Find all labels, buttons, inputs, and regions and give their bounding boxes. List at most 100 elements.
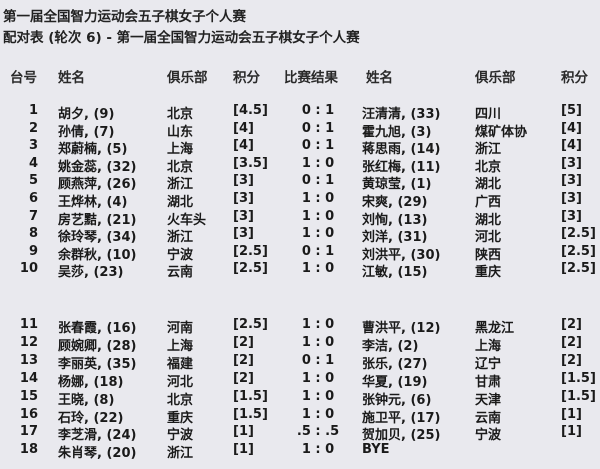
player-2-club: 重庆: [475, 265, 502, 281]
player-2-club: 陕西: [475, 247, 502, 263]
player-1-club: 浙江: [167, 177, 194, 193]
player-2-club: 湖北: [475, 177, 502, 193]
player-2-name: 宋爽, (29): [362, 195, 428, 210]
match-result: 1 : 0: [301, 370, 335, 386]
player-1-score: [2]: [233, 334, 254, 350]
table-row: 8 徐玲琴, (34) 浙江 [3] 1 : 0 刘洋, (31) 河北 [2.5]: [0, 226, 600, 246]
player-1-score: [2]: [233, 370, 254, 386]
player-2-score: [2.5]: [561, 226, 596, 242]
player-1-club: 火车头: [167, 212, 207, 228]
match-result: 0 : 1: [301, 120, 335, 136]
match-result: 0 : 1: [301, 352, 335, 368]
player-1-name: 姚金蕊, (32): [58, 159, 137, 175]
player-1-score: [2.5]: [233, 261, 268, 277]
match-result: 1 : 0: [301, 208, 335, 224]
player-2-score: [2]: [561, 317, 582, 332]
player-2-name: 华夏, (19): [362, 374, 428, 390]
match-result: 1 : 0: [301, 191, 335, 206]
player-1-name: 李丽英, (35): [58, 356, 137, 372]
player-2-name: 曹洪平, (12): [362, 321, 441, 336]
header-name-1: 姓名: [58, 70, 85, 86]
player-1-club: 山东: [167, 124, 194, 140]
player-1-score: [3]: [233, 208, 254, 224]
player-1-score: [2]: [233, 352, 254, 368]
player-1-name: 郑蔚楠, (5): [58, 142, 128, 158]
header-score-1: 积分: [233, 70, 260, 86]
player-1-club: 宁波: [167, 247, 194, 263]
player-1-name: 王烨林, (4): [58, 195, 128, 210]
player-2-score: [2.5]: [561, 261, 596, 277]
table-row: 3 郑蔚楠, (5) 上海 [4] 0 : 1 蒋思雨, (14) 浙江 [4]: [0, 138, 600, 158]
player-2-name: BYE: [362, 442, 390, 458]
player-2-score: [4]: [561, 138, 582, 154]
player-1-score: [4]: [233, 120, 254, 136]
table-row: 12 顾婉卿, (28) 上海 [2] 1 : 0 李洁, (2) 上海 [2]: [0, 334, 600, 354]
player-1-score: [3]: [233, 226, 254, 242]
player-2-club: 浙江: [475, 142, 502, 158]
player-1-name: 张春霞, (16): [58, 321, 137, 336]
player-2-name: 霍九旭, (3): [362, 124, 432, 140]
player-2-club: 云南: [475, 410, 502, 426]
board-number: 3: [28, 138, 38, 154]
player-2-score: [1.5]: [561, 370, 596, 386]
player-1-name: 徐玲琴, (34): [58, 230, 137, 246]
player-1-club: 北京: [167, 159, 194, 175]
title-line-2: 配对表 (轮次 6) - 第一届全国智力运动会五子棋女子个人赛: [3, 30, 360, 46]
player-1-score: [1.5]: [233, 406, 268, 422]
player-1-name: 王晓, (8): [58, 392, 115, 408]
player-2-club: 甘肃: [475, 374, 502, 390]
player-2-score: [3]: [561, 173, 582, 189]
player-1-club: 浙江: [167, 446, 194, 462]
player-1-club: 湖北: [167, 195, 194, 210]
player-1-name: 吴莎, (23): [58, 265, 124, 281]
table-row: 11 张春霞, (16) 河南 [2.5] 1 : 0 曹洪平, (12) 黑龙江 [2]: [0, 317, 600, 336]
player-2-name: 蒋思雨, (14): [362, 142, 441, 158]
table-row: 1 胡夕, (9) 北京 [4.5] 0 : 1 汪清清, (33) 四川 [5]: [0, 103, 600, 122]
player-1-score: [3]: [233, 173, 254, 189]
table-row: 7 房艺黠, (21) 火车头 [3] 1 : 0 刘恂, (13) 湖北 [3]: [0, 208, 600, 228]
match-result: 1 : 0: [301, 155, 335, 171]
player-2-club: 天津: [475, 392, 502, 408]
player-1-club: 北京: [167, 392, 194, 408]
player-2-club: 广西: [475, 195, 502, 210]
table-row: 9 余群秋, (10) 宁波 [2.5] 0 : 1 刘洪平, (30) 陕西 [2.5]: [0, 243, 600, 263]
board-number: 8: [28, 226, 38, 242]
player-2-name: 张红梅, (11): [362, 159, 441, 175]
header-club-1: 俱乐部: [167, 70, 208, 86]
player-2-score: [3]: [561, 208, 582, 224]
match-result: 1 : 0: [301, 442, 335, 458]
player-2-score: [1.5]: [561, 388, 596, 404]
player-1-score: [2.5]: [233, 317, 268, 332]
player-1-club: 河南: [167, 321, 194, 336]
header-board: 台号: [10, 70, 37, 86]
player-2-club: 北京: [475, 159, 502, 175]
player-1-name: 顾婉卿, (28): [58, 338, 137, 354]
player-2-club: 上海: [475, 338, 502, 354]
table-row: 5 顾燕萍, (26) 浙江 [3] 0 : 1 黄琼莹, (1) 湖北 [3]: [0, 173, 600, 193]
board-number: 13: [19, 352, 38, 368]
header-result: 比赛结果: [284, 70, 338, 86]
player-1-club: 宁波: [167, 428, 194, 444]
match-result: 0 : 1: [301, 243, 335, 259]
player-2-name: 江敏, (15): [362, 265, 428, 281]
player-2-name: 刘洋, (31): [362, 230, 428, 246]
table-row: 2 孙倩, (7) 山东 [4] 0 : 1 霍九旭, (3) 煤矿体协 [4]: [0, 120, 600, 140]
player-2-name: 汪清清, (33): [362, 107, 441, 122]
player-1-score: [4.5]: [233, 103, 268, 118]
table-row: 10 吴莎, (23) 云南 [2.5] 1 : 0 江敏, (15) 重庆 [2.5]: [0, 261, 600, 281]
player-1-score: [1.5]: [233, 388, 268, 404]
player-2-score: [1]: [561, 424, 582, 440]
table-row: 18 朱肖琴, (20) 浙江 [1] 1 : 0 BYE: [0, 442, 600, 462]
player-1-name: 李芝滑, (24): [58, 428, 137, 444]
match-result: 1 : 0: [301, 226, 335, 242]
table-row: 14 杨娜, (18) 河北 [2] 1 : 0 华夏, (19) 甘肃 [1.5]: [0, 370, 600, 390]
player-2-score: [2]: [561, 352, 582, 368]
player-2-club: 河北: [475, 230, 502, 246]
player-1-name: 胡夕, (9): [58, 107, 115, 122]
match-result: 1 : 0: [301, 388, 335, 404]
board-number: 12: [19, 334, 38, 350]
player-1-name: 石玲, (22): [58, 410, 124, 426]
board-number: 10: [19, 261, 38, 277]
player-2-name: 张钟元, (6): [362, 392, 432, 408]
player-1-club: 重庆: [167, 410, 194, 426]
